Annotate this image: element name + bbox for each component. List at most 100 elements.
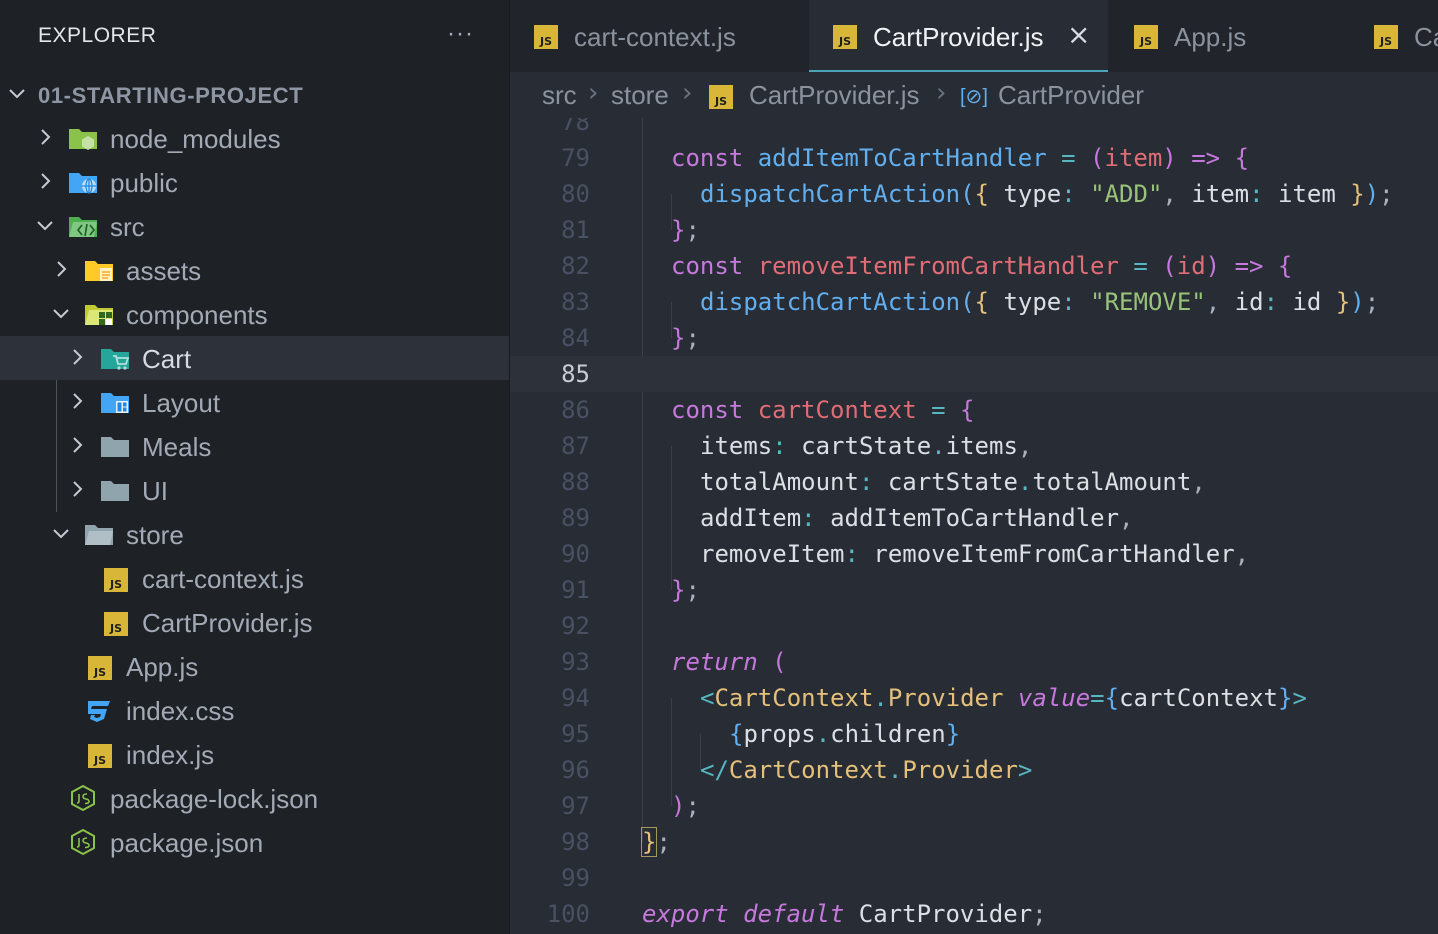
line-number: 98 (561, 828, 590, 856)
code-text: export default CartProvider; (642, 900, 1047, 928)
tree-label: package.json (110, 828, 264, 858)
tree-label: Layout (142, 388, 221, 418)
line-number: 79 (561, 144, 590, 172)
tree-label: public (110, 168, 178, 198)
tree-item-cartprovider-js[interactable]: JS CartProvider.js (0, 600, 509, 644)
chevron-down-icon (9, 89, 25, 99)
chevron-right-icon (41, 173, 51, 189)
line-number: 92 (561, 612, 590, 640)
code-line: 87 items: cartState.items, (510, 428, 1438, 464)
chevron-right-icon (41, 129, 51, 145)
tree-item-public[interactable]: public (0, 160, 509, 204)
line-number: 80 (561, 180, 590, 208)
code-line: 83 dispatchCartAction({ type: "REMOVE", … (510, 284, 1438, 320)
tab-truncated[interactable]: JS Ca (1350, 0, 1438, 72)
code-line: 93 return ( (510, 644, 1438, 680)
assets-folder-icon (85, 261, 113, 281)
tree-item-components[interactable]: components (0, 292, 509, 336)
javascript-file-icon: JS (1134, 25, 1158, 49)
more-actions-icon[interactable]: ··· (447, 20, 474, 48)
close-icon[interactable]: × (1067, 18, 1090, 51)
tab-cartprovider-js[interactable]: JS CartProvider.js × (809, 0, 1108, 72)
line-number: 78 (561, 118, 590, 136)
code-line: 78 (510, 118, 1438, 140)
code-line: 91 }; (510, 572, 1438, 608)
tree-label: index.css (126, 696, 235, 726)
tree-root-project[interactable]: 01-STARTING-PROJECT (0, 72, 509, 116)
tree-label: CartProvider.js (142, 608, 313, 638)
components-folder-icon (85, 305, 113, 325)
tree-label: index.js (126, 740, 215, 770)
tree-item-index-css[interactable]: index.css (0, 688, 509, 732)
code-folder-icon (69, 217, 97, 237)
tree-item-cart[interactable]: Cart (0, 336, 509, 380)
code-text: </CartContext.Provider> (700, 756, 1033, 784)
tab-label: cart-context.js (574, 22, 736, 52)
tree-item-node-modules[interactable]: node_modules (0, 116, 509, 160)
code-text: }; (671, 216, 700, 244)
code-line: 86 const cartContext = { (510, 392, 1438, 428)
chevron-right-icon (57, 261, 67, 277)
code-line: 97 ); (510, 788, 1438, 824)
tree-label: Meals (142, 432, 212, 462)
line-number: 83 (561, 288, 590, 316)
code-editor[interactable]: 78 79 const addItemToCartHandler = (item… (510, 118, 1438, 934)
line-number: 84 (561, 324, 590, 352)
tree-item-cart-context-js[interactable]: JS cart-context.js (0, 556, 509, 600)
line-number: 89 (561, 504, 590, 532)
code-text: addItem: addItemToCartHandler, (700, 504, 1134, 532)
tree-label: components (126, 300, 268, 330)
symbol-icon: [⊘] (960, 86, 988, 108)
code-line: 79 const addItemToCartHandler = (item) =… (510, 140, 1438, 176)
breadcrumb-file[interactable]: CartProvider.js (749, 80, 920, 111)
cart-folder-icon (101, 349, 130, 370)
tab-cart-context-js[interactable]: JS cart-context.js (510, 0, 808, 72)
code-text: removeItem: removeItemFromCartHandler, (700, 540, 1250, 568)
code-line: 99 (510, 860, 1438, 896)
tab-label: CartProvider.js (873, 22, 1044, 52)
breadcrumb-store[interactable]: store (611, 80, 669, 111)
line-number: 97 (561, 792, 590, 820)
code-text: {props.children} (729, 720, 961, 748)
code-text: }; (671, 324, 700, 352)
tree-item-app-js[interactable]: JS App.js (0, 644, 509, 688)
code-line-current: 85 (510, 356, 1438, 392)
code-line: 100 export default CartProvider; (510, 896, 1438, 932)
tree-item-store[interactable]: store (0, 512, 509, 556)
chevron-right-icon (73, 349, 83, 365)
javascript-file-icon: JS (709, 85, 733, 109)
breadcrumb-src[interactable]: src (542, 80, 577, 111)
tree-root-label: 01-STARTING-PROJECT (38, 83, 304, 108)
tree-label: package-lock.json (110, 784, 319, 814)
line-number: 86 (561, 396, 590, 424)
chevron-right-icon (73, 437, 83, 453)
code-line: 94 <CartContext.Provider value={cartCont… (510, 680, 1438, 716)
tree-item-ui[interactable]: UI (0, 468, 509, 512)
code-line: 96 </CartContext.Provider> (510, 752, 1438, 788)
tree-item-layout[interactable]: Layout (0, 380, 509, 424)
editor-area: JS cart-context.js JS CartProvider.js × … (510, 0, 1438, 934)
tree-item-package-json[interactable]: package.json (0, 820, 509, 864)
line-number: 94 (561, 684, 590, 712)
nodejs-file-icon (71, 784, 95, 812)
tree-label: App.js (126, 652, 199, 682)
chevron-down-icon (37, 221, 53, 231)
code-text: const removeItemFromCartHandler = (id) =… (671, 252, 1293, 280)
tab-app-js[interactable]: JS App.js (1110, 0, 1350, 72)
javascript-file-icon: JS (104, 568, 128, 592)
tree-label: UI (142, 476, 168, 506)
breadcrumb-symbol[interactable]: CartProvider (998, 80, 1144, 111)
tree-item-package-lock-json[interactable]: package-lock.json (0, 776, 509, 820)
line-number: 90 (561, 540, 590, 568)
tree-item-index-js[interactable]: JS index.js (0, 732, 509, 776)
code-line: 88 totalAmount: cartState.totalAmount, (510, 464, 1438, 500)
tree-item-assets[interactable]: assets (0, 248, 509, 292)
line-number: 88 (561, 468, 590, 496)
code-line: 92 (510, 608, 1438, 644)
code-text: }; (640, 827, 671, 857)
line-number: 96 (561, 756, 590, 784)
line-number: 93 (561, 648, 590, 676)
tree-item-src[interactable]: src (0, 204, 509, 248)
tree-item-meals[interactable]: Meals (0, 424, 509, 468)
line-number: 82 (561, 252, 590, 280)
